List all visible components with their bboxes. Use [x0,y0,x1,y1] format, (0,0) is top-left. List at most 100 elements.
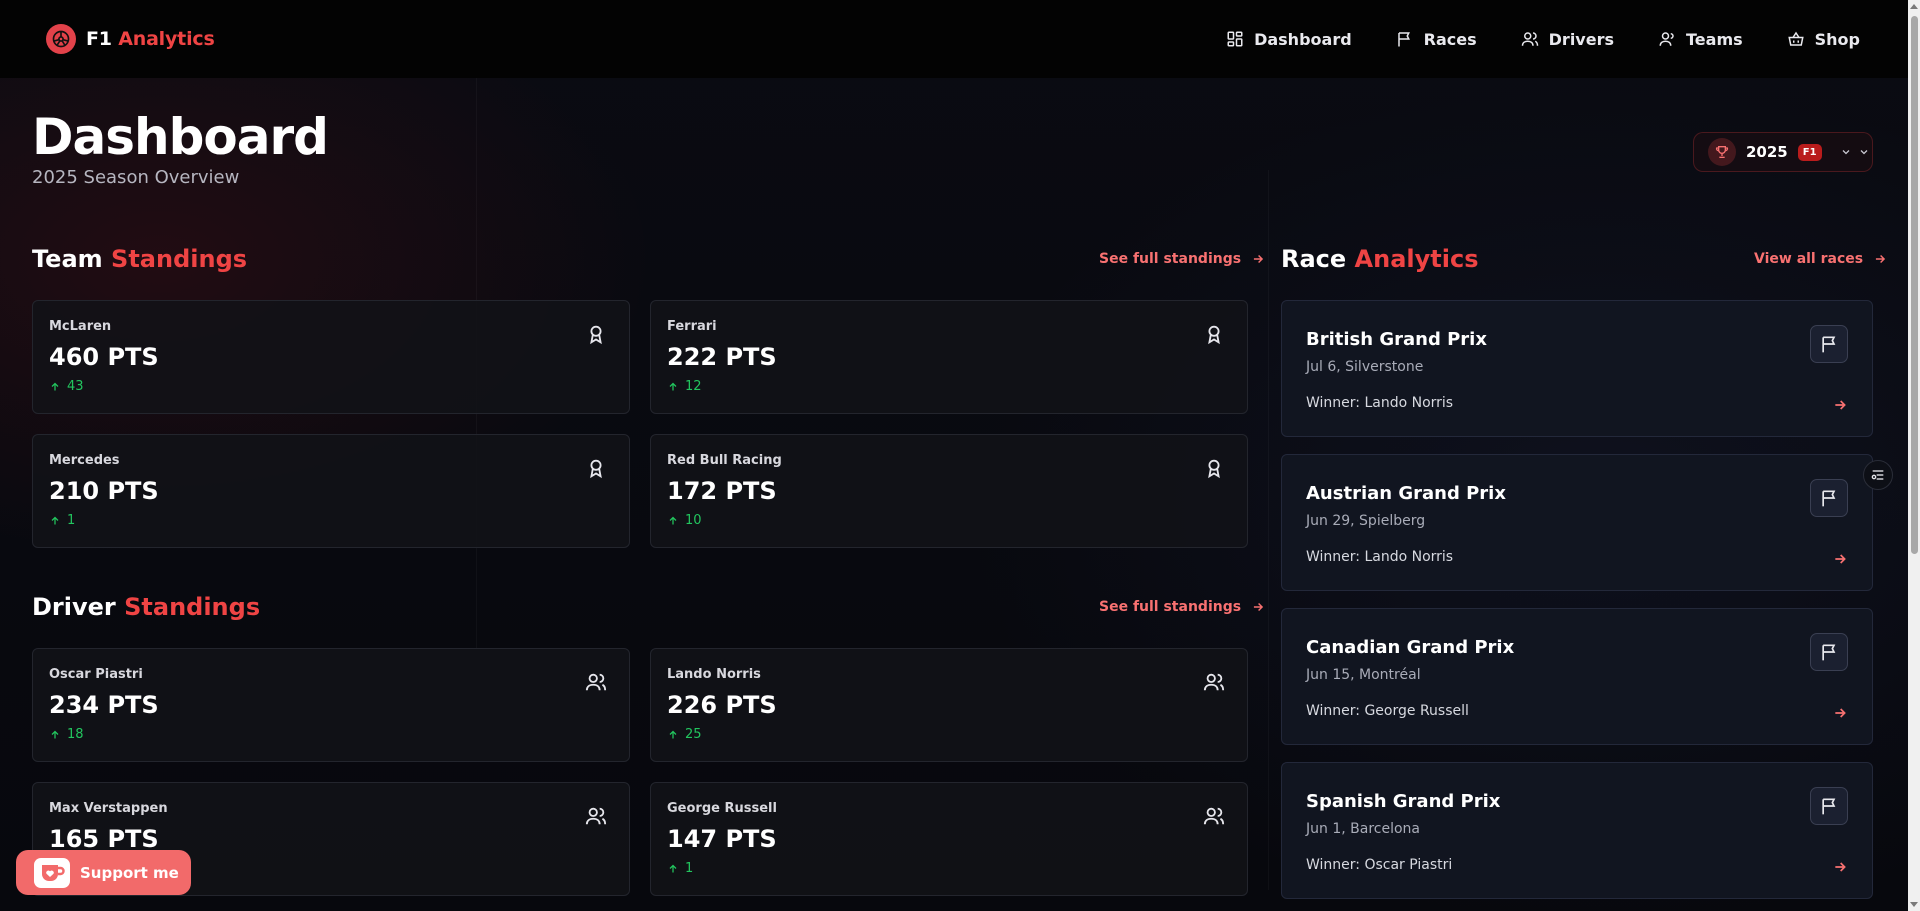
nav-label: Dashboard [1254,29,1352,49]
brand-f1: F1 [86,28,112,50]
driver-standings-link[interactable]: See full standings [1099,599,1265,615]
team-points: 172 PTS [667,477,777,505]
race-card[interactable]: Canadian Grand Prix Jun 15, Montréal Win… [1281,608,1873,745]
award-icon [1208,325,1220,345]
driver-card[interactable]: George Russell 147 PTS 1 [650,782,1248,896]
brand-name: F1 Analytics [86,28,215,50]
top-navbar: F1 Analytics Dashboard Races Drivers Tea… [0,0,1908,78]
chevron-down-icon [1860,150,1867,155]
page-subtitle: 2025 Season Overview [32,167,240,188]
arrow-up-icon [51,730,59,738]
driver-points: 226 PTS [667,691,777,719]
points-change: 1 [667,861,693,876]
season-select[interactable]: 2025 F1 [1693,132,1873,172]
race-name: British Grand Prix [1306,329,1487,350]
points-change: 1 [49,513,75,528]
wheel-icon [46,24,76,54]
race-card[interactable]: British Grand Prix Jul 6, Silverstone Wi… [1281,300,1873,437]
team-name: Red Bull Racing [667,453,782,468]
arrow-up-icon [669,382,677,390]
race-card[interactable]: Austrian Grand Prix Jun 29, Spielberg Wi… [1281,454,1873,591]
flag-icon [1822,490,1836,507]
users-icon [585,673,607,691]
driver-name: Max Verstappen [49,801,168,816]
filter-settings-icon [1871,470,1884,480]
filter-float-button[interactable] [1863,460,1893,490]
team-card[interactable]: Mercedes 210 PTS 1 [32,434,630,548]
arrow-up-icon [669,516,677,524]
arrow-up-icon [669,730,677,738]
user-icon [1659,32,1674,46]
points-change: 10 [667,513,702,528]
driver-card[interactable]: Oscar Piastri 234 PTS 18 [32,648,630,762]
team-card[interactable]: Red Bull Racing 172 PTS 10 [650,434,1248,548]
award-icon [590,325,602,345]
support-me-button[interactable]: Support me [16,850,191,895]
nav-item-dashboard[interactable]: Dashboard [1206,22,1372,57]
arrow-right-icon[interactable] [1832,397,1848,413]
dashboard-icon [1227,31,1243,47]
section-title-main: Driver [32,593,116,621]
link-label: See full standings [1099,599,1242,615]
arrow-right-icon[interactable] [1832,551,1848,567]
arrow-up-icon [51,516,59,524]
team-points: 222 PTS [667,343,777,371]
season-year: 2025 [1746,143,1788,161]
arrow-up-icon [669,864,677,872]
driver-card[interactable]: Lando Norris 226 PTS 25 [650,648,1248,762]
driver-points: 165 PTS [49,825,159,853]
race-flag-button[interactable] [1810,479,1848,517]
team-name: McLaren [49,319,112,334]
race-winner: Winner: Lando Norris [1306,395,1454,411]
race-flag-button[interactable] [1810,787,1848,825]
flag-icon [1822,336,1836,353]
arrow-up-icon [51,382,59,390]
trophy-icon [1708,138,1736,166]
nav-label: Shop [1814,29,1860,49]
main-nav: Dashboard Races Drivers Teams Shop [1206,0,1880,78]
page-scrollbar[interactable] [1908,0,1920,911]
race-card[interactable]: Spanish Grand Prix Jun 1, Barcelona Winn… [1281,762,1873,899]
nav-item-teams[interactable]: Teams [1638,22,1763,57]
users-icon [1203,673,1225,691]
change-value: 25 [685,727,702,742]
flag-icon [1822,798,1836,815]
scroll-up-icon[interactable] [1910,4,1918,9]
change-value: 12 [685,379,702,394]
section-title-main: Race [1281,245,1347,273]
link-label: See full standings [1099,251,1242,267]
page-title: Dashboard [32,108,329,166]
driver-points: 234 PTS [49,691,159,719]
support-label: Support me [80,863,179,882]
brand-logo[interactable]: F1 Analytics [46,24,215,54]
team-card[interactable]: McLaren 460 PTS 43 [32,300,630,414]
section-title-accent: Standings [111,245,248,273]
race-meta: Jun 29, Spielberg [1306,513,1426,529]
team-standings-link[interactable]: See full standings [1099,251,1265,267]
race-name: Spanish Grand Prix [1306,791,1501,812]
points-change: 43 [49,379,84,394]
flag-icon [1397,32,1410,47]
team-standings-title: Team Standings [32,245,247,273]
section-title-accent: Analytics [1354,245,1479,273]
chevron-down-icon [1842,150,1849,155]
award-icon [1208,459,1220,479]
view-all-races-link[interactable]: View all races [1754,251,1887,267]
race-name: Canadian Grand Prix [1306,637,1515,658]
race-flag-button[interactable] [1810,325,1848,363]
flag-icon [1822,644,1836,661]
nav-item-shop[interactable]: Shop [1767,22,1880,57]
team-card[interactable]: Ferrari 222 PTS 12 [650,300,1248,414]
nav-label: Races [1423,29,1477,49]
award-icon [590,459,602,479]
nav-label: Drivers [1548,29,1614,49]
arrow-right-icon [1876,254,1886,264]
nav-item-drivers[interactable]: Drivers [1501,22,1634,57]
arrow-right-icon[interactable] [1832,859,1848,875]
nav-item-races[interactable]: Races [1376,22,1497,57]
scroll-down-icon[interactable] [1910,902,1918,907]
points-change: 12 [667,379,702,394]
arrow-right-icon[interactable] [1832,705,1848,721]
race-flag-button[interactable] [1810,633,1848,671]
scroll-thumb[interactable] [1911,16,1918,554]
